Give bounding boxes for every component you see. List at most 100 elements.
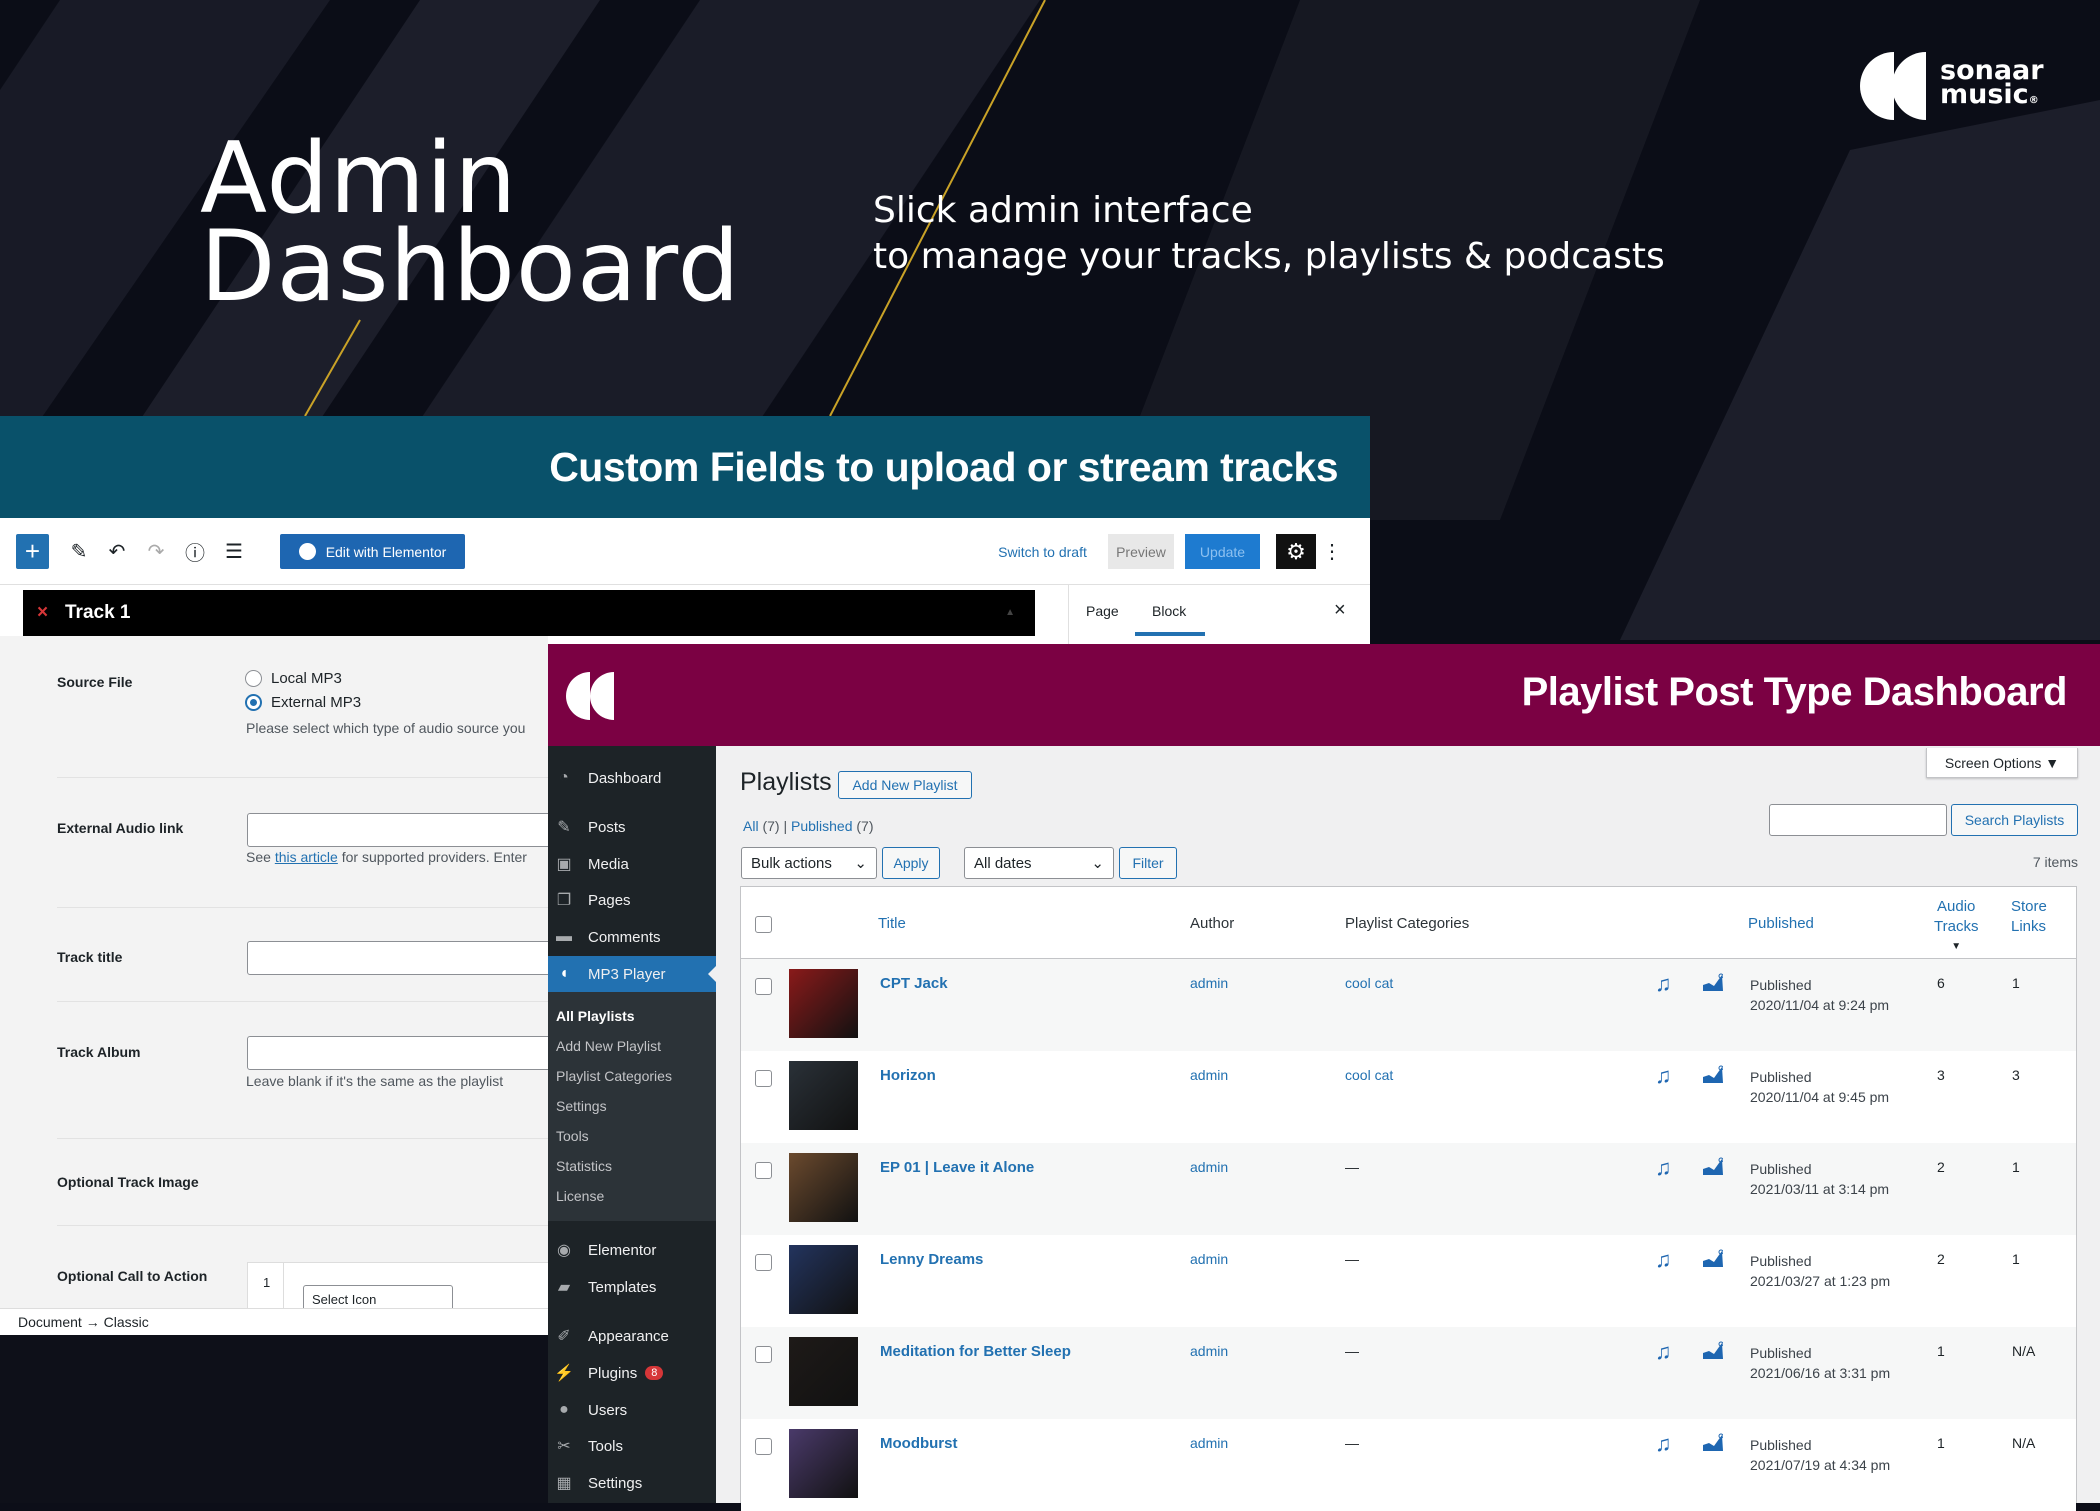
sidebar-item-dashboard[interactable]: ◔ Dashboard (548, 760, 716, 796)
bulk-actions-select[interactable]: Bulk actions ⌄ (741, 847, 877, 879)
playlist-title-link[interactable]: Meditation for Better Sleep (880, 1343, 1071, 1360)
sidebar-item-settings[interactable]: ▦ Settings (548, 1465, 716, 1501)
tab-block[interactable]: Block (1152, 603, 1186, 619)
radio-circle-checked[interactable] (245, 694, 262, 711)
statistics-chart-icon[interactable] (1703, 973, 1724, 994)
switch-to-draft-button[interactable]: Switch to draft (985, 534, 1100, 569)
statistics-chart-icon[interactable] (1703, 1341, 1724, 1362)
info-icon[interactable]: ⓘ (182, 534, 208, 569)
filter-all-link[interactable]: All (743, 818, 759, 834)
select-all-checkbox[interactable] (755, 916, 772, 933)
undo-icon[interactable]: ↶ (104, 534, 130, 569)
music-note-icon[interactable]: ♫ (1655, 1431, 1672, 1457)
apply-button[interactable]: Apply (882, 847, 940, 879)
publish-status: Published (1750, 1345, 1812, 1361)
author-link[interactable]: admin (1190, 975, 1228, 991)
sidebar-item-templates[interactable]: ▰ Templates (548, 1269, 716, 1305)
sidebar-item-elementor[interactable]: ◉ Elementor (548, 1232, 716, 1268)
sidebar-item-users[interactable]: ● Users (548, 1392, 716, 1428)
statistics-chart-icon[interactable] (1703, 1249, 1724, 1270)
author-link[interactable]: admin (1190, 1067, 1228, 1083)
track-header[interactable]: × Track 1 ▲ (23, 590, 1035, 636)
preview-button[interactable]: Preview (1108, 534, 1174, 569)
submenu-item[interactable]: Add New Playlist (556, 1038, 661, 1054)
category-link[interactable]: cool cat (1345, 1067, 1393, 1083)
author-link[interactable]: admin (1190, 1159, 1228, 1175)
add-block-button[interactable]: + (16, 534, 49, 569)
remove-track-icon[interactable]: × (37, 590, 48, 636)
edit-with-elementor-button[interactable]: Edit with Elementor (280, 534, 465, 569)
row-checkbox[interactable] (755, 1070, 772, 1087)
more-options-icon[interactable]: ⋮ (1322, 534, 1342, 569)
screen-options-button[interactable]: Screen Options ▼ (1926, 748, 2078, 778)
author-link[interactable]: admin (1190, 1435, 1228, 1451)
submenu-item[interactable]: Tools (556, 1128, 589, 1144)
collapse-icon[interactable]: ▲ (1005, 590, 1015, 636)
settings-gear-icon[interactable]: ⚙ (1276, 534, 1316, 569)
playlist-title-link[interactable]: Moodburst (880, 1435, 957, 1452)
update-button[interactable]: Update (1185, 534, 1260, 569)
music-note-icon[interactable]: ♫ (1655, 1155, 1672, 1181)
cta-repeater: 1 Select Icon (247, 1262, 567, 1315)
category-link[interactable]: cool cat (1345, 975, 1393, 991)
radio-local-mp3[interactable]: Local MP3 (245, 670, 342, 687)
add-new-playlist-button[interactable]: Add New Playlist (838, 771, 972, 799)
author-link[interactable]: admin (1190, 1343, 1228, 1359)
music-note-icon[interactable]: ♫ (1655, 1339, 1672, 1365)
music-note-icon[interactable]: ♫ (1655, 1063, 1672, 1089)
statistics-chart-icon[interactable] (1703, 1157, 1724, 1178)
external-audio-link-input[interactable] (247, 813, 567, 847)
search-playlists-input[interactable] (1769, 804, 1947, 836)
column-audio-tracks[interactable]: Audio Tracks ▼ (1934, 897, 1978, 957)
sidebar-item-pages[interactable]: ❐ Pages (548, 882, 716, 918)
radio-external-mp3[interactable]: External MP3 (245, 694, 361, 711)
column-title[interactable]: Title (878, 915, 906, 932)
music-note-icon[interactable]: ♫ (1655, 971, 1672, 997)
column-published[interactable]: Published (1748, 915, 1814, 932)
row-checkbox[interactable] (755, 1346, 772, 1363)
date-filter-select[interactable]: All dates ⌄ (964, 847, 1114, 879)
pencil-icon[interactable]: ✎ (66, 534, 92, 569)
breadcrumb-classic[interactable]: Classic (104, 1314, 149, 1330)
track-album-input[interactable] (247, 1036, 567, 1070)
playlist-title-link[interactable]: Lenny Dreams (880, 1251, 983, 1268)
row-checkbox[interactable] (755, 1254, 772, 1271)
filter-button[interactable]: Filter (1119, 847, 1177, 879)
list-view-icon[interactable]: ☰ (221, 534, 247, 569)
playlist-title-link[interactable]: EP 01 | Leave it Alone (880, 1159, 1034, 1176)
filter-published-link[interactable]: Published (791, 818, 853, 834)
tab-page[interactable]: Page (1086, 603, 1119, 619)
row-checkbox[interactable] (755, 1162, 772, 1179)
sidebar-item-tools[interactable]: ✂ Tools (548, 1428, 716, 1464)
sidebar-item-posts[interactable]: ✎ Posts (548, 809, 716, 845)
divider (57, 1225, 557, 1226)
music-note-icon[interactable]: ♫ (1655, 1247, 1672, 1273)
row-checkbox[interactable] (755, 1438, 772, 1455)
submenu-item[interactable]: License (556, 1188, 604, 1204)
search-playlists-button[interactable]: Search Playlists (1951, 804, 2078, 836)
column-store-links[interactable]: Store Links (2011, 897, 2047, 937)
statistics-chart-icon[interactable] (1703, 1065, 1724, 1086)
author-link[interactable]: admin (1190, 1251, 1228, 1267)
radio-circle[interactable] (245, 670, 262, 687)
statistics-chart-icon[interactable] (1703, 1433, 1724, 1454)
sidebar-item-plugins[interactable]: ⚡ Plugins 8 (548, 1355, 716, 1391)
submenu-item[interactable]: Playlist Categories (556, 1068, 672, 1084)
settings-panel-tabs: Page Block × (1068, 585, 1370, 645)
this-article-link[interactable]: this article (275, 849, 338, 865)
sidebar-item-mp3-player[interactable]: ◖ MP3 Player (548, 956, 716, 992)
submenu-item[interactable]: All Playlists (556, 1008, 635, 1024)
sidebar-item-media[interactable]: ▣ Media (548, 846, 716, 882)
close-panel-icon[interactable]: × (1334, 599, 1346, 622)
sidebar-item-comments[interactable]: ▬ Comments (548, 919, 716, 955)
redo-icon[interactable]: ↷ (143, 534, 169, 569)
submenu-item[interactable]: Statistics (556, 1158, 612, 1174)
playlist-dashboard-banner: Playlist Post Type Dashboard (548, 644, 2100, 746)
playlist-title-link[interactable]: CPT Jack (880, 975, 948, 992)
breadcrumb-document[interactable]: Document (18, 1314, 82, 1330)
row-checkbox[interactable] (755, 978, 772, 995)
track-title-input[interactable] (247, 941, 567, 975)
sidebar-item-appearance[interactable]: ✐ Appearance (548, 1318, 716, 1354)
submenu-item[interactable]: Settings (556, 1098, 607, 1114)
playlist-title-link[interactable]: Horizon (880, 1067, 936, 1084)
